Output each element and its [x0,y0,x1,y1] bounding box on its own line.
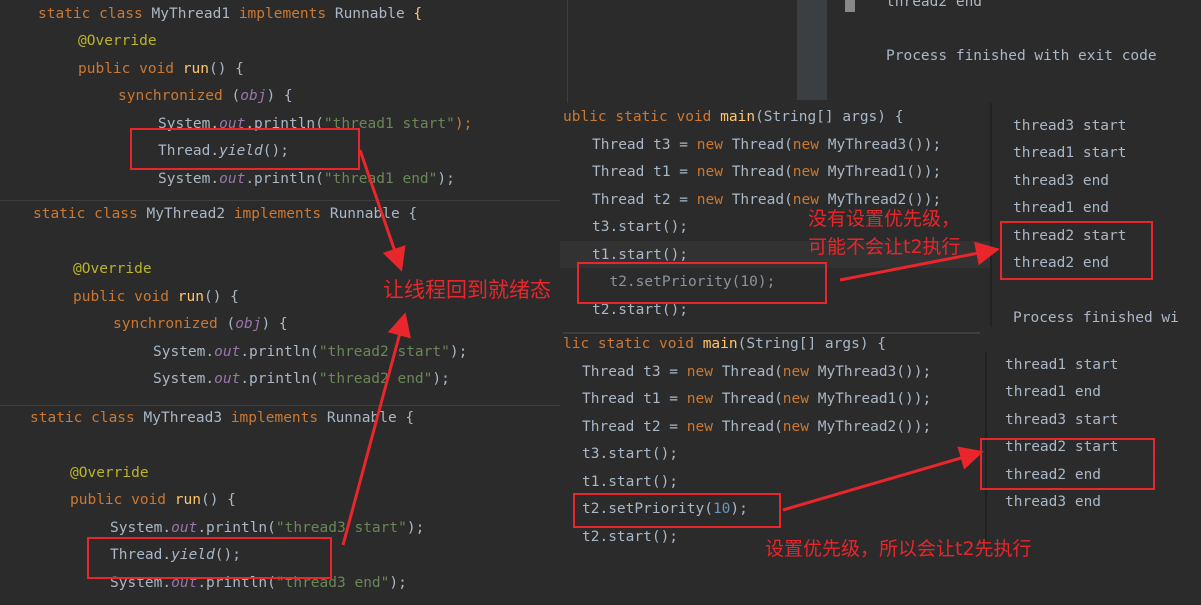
arrow-icon [782,446,984,512]
arrow-icon [839,241,1000,282]
arrow-icon [341,312,411,546]
annotation-arrows [341,149,1000,546]
arrow-icon [358,149,406,272]
